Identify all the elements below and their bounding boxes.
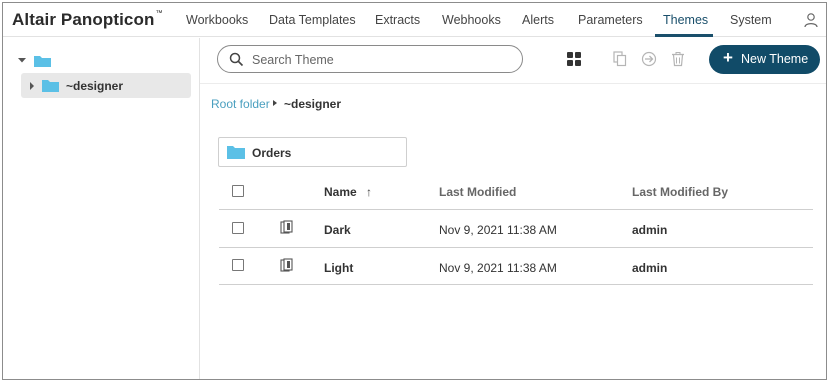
breadcrumb-root-link[interactable]: Root folder xyxy=(211,97,270,111)
new-theme-button[interactable]: + New Theme xyxy=(709,45,820,74)
toolbar-divider xyxy=(200,83,826,84)
tree-item-label: ~designer xyxy=(66,79,124,93)
table-row[interactable]: Dark Nov 9, 2021 11:38 AM admin xyxy=(219,210,813,247)
row-checkbox[interactable] xyxy=(232,259,244,271)
search-input[interactable] xyxy=(252,51,512,69)
nav-themes[interactable]: Themes xyxy=(663,13,708,27)
nav-system[interactable]: System xyxy=(730,13,772,27)
new-theme-button-label: New Theme xyxy=(741,52,809,66)
grid-view-icon[interactable] xyxy=(566,51,582,67)
top-navigation-bar: Altair Panopticon™ Workbooks Data Templa… xyxy=(3,3,826,37)
tree-item-designer[interactable]: ~designer xyxy=(21,73,191,98)
sort-ascending-icon[interactable]: ↑ xyxy=(366,185,372,199)
folder-card-orders[interactable]: Orders xyxy=(218,137,407,167)
row-name: Light xyxy=(324,261,354,275)
search-icon xyxy=(229,52,244,67)
select-all-checkbox[interactable] xyxy=(232,185,244,197)
row-last-modified-by: admin xyxy=(632,223,668,237)
tree-root[interactable] xyxy=(17,54,57,68)
tree-root-folder-icon xyxy=(18,56,51,67)
nav-webhooks[interactable]: Webhooks xyxy=(442,13,501,27)
breadcrumb-current: ~designer xyxy=(284,97,342,111)
nav-data-templates[interactable]: Data Templates xyxy=(269,13,356,27)
user-icon[interactable] xyxy=(803,12,819,28)
column-header-name-label: Name xyxy=(324,185,357,199)
active-tab-indicator xyxy=(655,34,713,37)
theme-file-icon xyxy=(280,220,293,234)
row-divider xyxy=(219,284,813,285)
search-box[interactable] xyxy=(217,45,523,73)
nav-extracts[interactable]: Extracts xyxy=(375,13,420,27)
row-checkbox[interactable] xyxy=(232,222,244,234)
brand-name: Altair Panopticon xyxy=(12,10,155,29)
column-header-last-modified-by[interactable]: Last Modified By xyxy=(632,185,728,199)
row-last-modified-by: admin xyxy=(632,261,668,275)
column-header-last-modified[interactable]: Last Modified xyxy=(439,185,516,199)
brand-logo: Altair Panopticon™ xyxy=(12,10,163,30)
nav-parameters[interactable]: Parameters xyxy=(578,13,643,27)
tree-item-folder-icon xyxy=(30,80,59,92)
app-window: Altair Panopticon™ Workbooks Data Templa… xyxy=(2,2,827,380)
copy-icon[interactable] xyxy=(612,51,628,67)
folder-card-label: Orders xyxy=(252,146,292,160)
row-last-modified: Nov 9, 2021 11:38 AM xyxy=(439,261,557,275)
column-header-name[interactable]: Name ↑ xyxy=(324,185,372,199)
move-icon[interactable] xyxy=(641,51,657,67)
breadcrumb-chevron-icon xyxy=(273,100,277,106)
folder-icon xyxy=(227,146,245,159)
nav-workbooks[interactable]: Workbooks xyxy=(186,13,248,27)
row-name: Dark xyxy=(324,223,351,237)
theme-file-icon xyxy=(280,258,293,272)
nav-alerts[interactable]: Alerts xyxy=(522,13,554,27)
brand-trademark: ™ xyxy=(155,10,163,17)
table-row[interactable]: Light Nov 9, 2021 11:38 AM admin xyxy=(219,248,813,285)
folder-tree-panel: ~designer xyxy=(3,38,200,379)
plus-icon: + xyxy=(723,48,733,67)
row-last-modified: Nov 9, 2021 11:38 AM xyxy=(439,223,557,237)
trash-icon[interactable] xyxy=(670,51,686,67)
